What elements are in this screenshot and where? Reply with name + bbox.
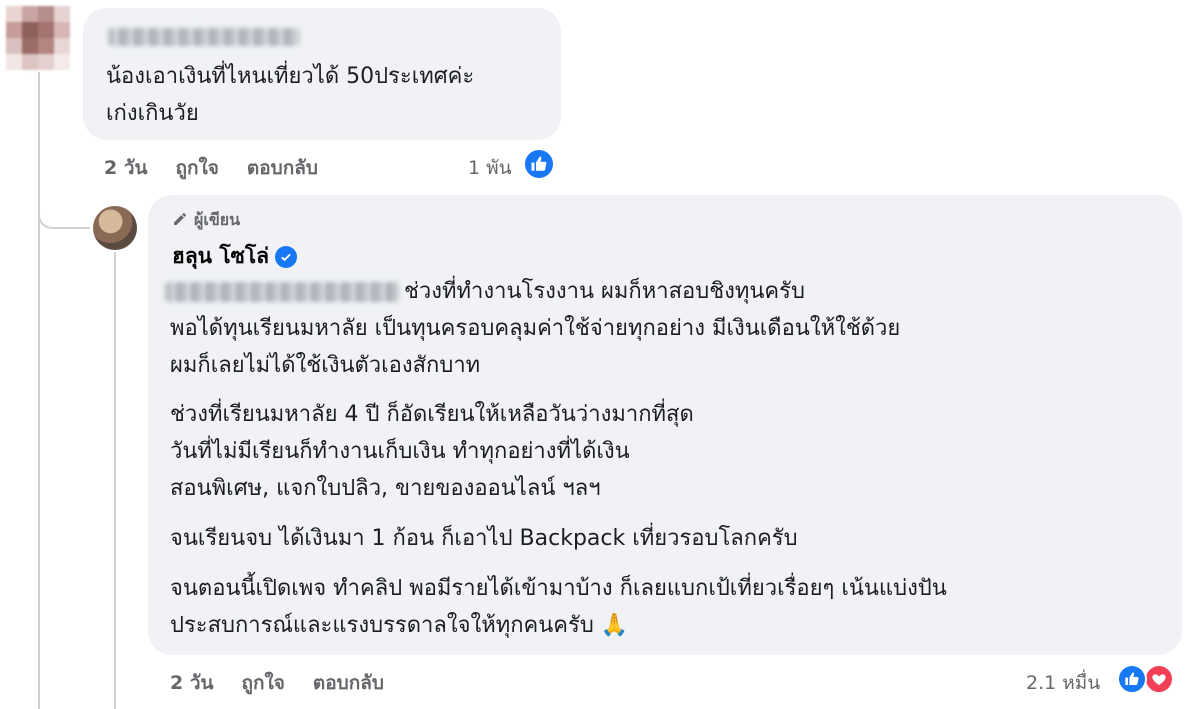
like-action[interactable]: ถูกใจ [176, 157, 219, 179]
comment-actions: 2 วัน ถูกใจ ตอบกลับ [104, 153, 318, 183]
reply-like-action[interactable]: ถูกใจ [242, 672, 285, 694]
redacted-mention[interactable] [165, 282, 400, 302]
reply-text-p3-l1: จนเรียนจบ ได้เงินมา 1 ก้อน ก็เอาไป Backp… [170, 526, 798, 551]
folded-hands-emoji: 🙏 [600, 613, 629, 638]
like-icon [1117, 664, 1147, 694]
reply-action[interactable]: ตอบกลับ [247, 157, 318, 179]
reply-text-p4-l2-content: ประสบการณ์และแรงบรรดาลใจให้ทุกคนครับ [170, 613, 594, 638]
redacted-author-name[interactable] [108, 28, 300, 46]
thread-line-reply-vertical [114, 252, 116, 709]
thread-line-branch [38, 195, 90, 229]
reply-text-p1-l2: พอได้ทุนเรียนมหาลัย เป็นทุนครอบคลุมค่าใช… [170, 316, 901, 341]
author-avatar[interactable] [93, 206, 137, 250]
author-name-row: ฮลุน โซโล่ [172, 240, 298, 273]
reply-text-p2-l3: สอนพิเศษ, แจกใบปลิว, ขายของออนไลน์ ฯลฯ [170, 476, 601, 501]
reply-text-p1-l1: ช่วงที่ทำงานโรงงาน ผมก็หาสอบชิงทุนครับ [404, 279, 805, 304]
like-icon [523, 148, 555, 180]
thread-line-vertical [38, 72, 40, 709]
commenter-avatar[interactable] [6, 6, 70, 70]
reply-text-p1-l3: ผมก็เลยไม่ได้ใช้เงินตัวเองสักบาท [170, 353, 481, 378]
comment-text-line-1: น้องเอาเงินที่ไหนเที่ยวได้ 50ประเทศค่ะ [106, 64, 475, 89]
reply-text-p4-l2: ประสบการณ์และแรงบรรดาลใจให้ทุกคนครับ 🙏 [170, 609, 628, 643]
reply-text-p2-l2: วันที่ไม่มีเรียนก็ทำงานเก็บเงิน ทำทุกอย่… [170, 439, 630, 464]
reply-reaction-count[interactable]: 2.1 หมื่น [1026, 668, 1100, 698]
comment-timestamp[interactable]: 2 วัน [104, 157, 148, 179]
author-badge: ผู้เขียน [172, 208, 240, 233]
love-icon [1144, 664, 1174, 694]
reply-reply-action[interactable]: ตอบกลับ [313, 672, 384, 694]
comment-text-line-2: เก่งเกินวัย [106, 101, 199, 126]
reply-timestamp[interactable]: 2 วัน [170, 672, 214, 694]
reply-text-p4-l1: จนตอนนี้เปิดเพจ ทำคลิป พอมีรายได้เข้ามาบ… [170, 576, 947, 601]
verified-badge-icon [275, 245, 298, 268]
author-badge-label: ผู้เขียน [194, 210, 241, 229]
reaction-count[interactable]: 1 พัน [468, 153, 512, 183]
reply-actions: 2 วัน ถูกใจ ตอบกลับ [170, 668, 384, 698]
reply-text-p2-l1: ช่วงที่เรียนมหาลัย 4 ปี ก็อัดเรียนให้เหล… [170, 402, 694, 427]
pencil-icon [172, 211, 188, 231]
author-name[interactable]: ฮลุน โซโล่ [172, 240, 269, 273]
